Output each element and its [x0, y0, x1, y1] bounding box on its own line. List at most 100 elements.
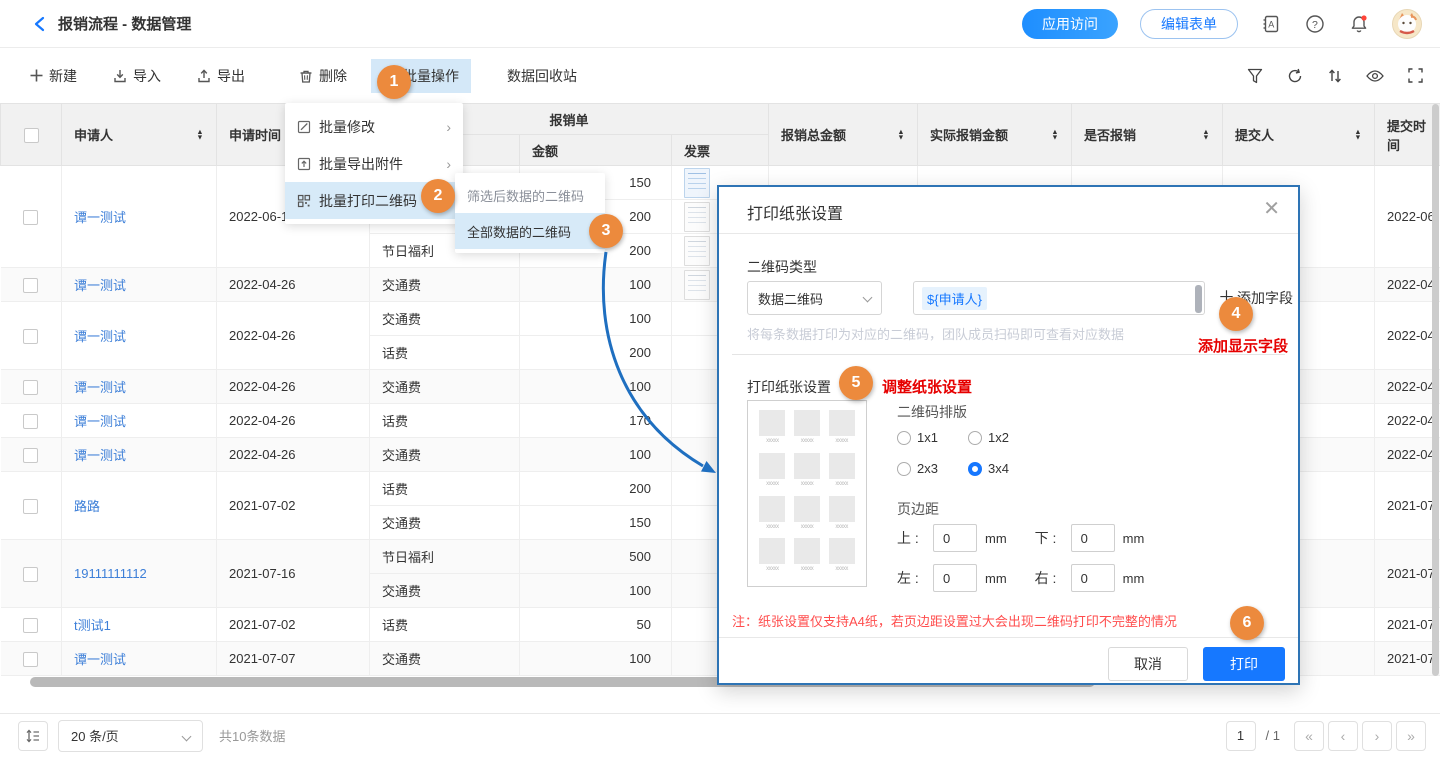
refresh-icon[interactable]: [1286, 67, 1304, 85]
applicant-link[interactable]: 谭一测试: [74, 278, 126, 293]
layout-radio-1x2[interactable]: 1x2: [968, 430, 1009, 445]
row-checkbox[interactable]: [23, 618, 38, 633]
cancel-button[interactable]: 取消: [1108, 647, 1188, 681]
menu-item-batch-edit[interactable]: 批量修改 ›: [285, 108, 463, 145]
layout-radio-2x3[interactable]: 2x3: [897, 461, 938, 476]
input-scrollbar[interactable]: [1195, 285, 1202, 313]
manual-icon[interactable]: A: [1260, 13, 1282, 35]
category-cell: 交通费: [370, 506, 520, 540]
applicant-link[interactable]: 路路: [74, 499, 100, 514]
qr-content-input[interactable]: ${申请人}: [913, 281, 1205, 315]
sort-arrows-icon[interactable]: ▲▼: [1052, 129, 1059, 140]
import-button-label: 导入: [133, 66, 161, 86]
import-button[interactable]: 导入: [107, 59, 167, 93]
applicant-link[interactable]: 谭一测试: [74, 380, 126, 395]
row-checkbox[interactable]: [23, 210, 38, 225]
fullscreen-icon[interactable]: [1406, 67, 1424, 85]
invoice-thumbnail[interactable]: [684, 236, 710, 266]
edit-form-button[interactable]: 编辑表单: [1140, 9, 1238, 39]
notification-bell-icon[interactable]: [1348, 13, 1370, 35]
print-button[interactable]: 打印: [1203, 647, 1285, 681]
row-checkbox[interactable]: [23, 567, 38, 582]
visibility-eye-icon[interactable]: [1366, 67, 1384, 85]
page-number-input[interactable]: 1: [1226, 721, 1256, 751]
applicant-link[interactable]: 谭一测试: [74, 448, 126, 463]
applicant-cell: 谭一测试: [62, 302, 217, 370]
row-select-cell: [1, 166, 62, 268]
select-all-checkbox[interactable]: [24, 128, 39, 143]
next-page-button[interactable]: ›: [1362, 721, 1392, 751]
apply-date-cell: 2022-04-26: [217, 268, 370, 302]
qr-preview-cell: xxxxx: [827, 538, 856, 577]
menu-item-batch-export-attachments[interactable]: 批量导出附件 ›: [285, 145, 463, 182]
close-icon[interactable]: ✕: [1263, 198, 1280, 220]
header-submit-date: 提交时间: [1375, 104, 1440, 166]
category-cell: 交通费: [370, 642, 520, 676]
user-avatar[interactable]: [1392, 9, 1422, 39]
submenu-item-filtered-data-qrcode[interactable]: 筛选后数据的二维码: [455, 177, 605, 213]
select-all-cell: [1, 104, 62, 166]
app-access-button[interactable]: 应用访问: [1022, 9, 1118, 39]
help-icon[interactable]: ?: [1304, 13, 1326, 35]
submenu-item-all-data-qrcode[interactable]: 全部数据的二维码: [455, 213, 605, 249]
margin-field-label: 右 :: [1035, 568, 1071, 588]
header-invoice: 发票: [672, 135, 769, 166]
sort-arrows-icon[interactable]: ▲▼: [1355, 129, 1362, 140]
applicant-link[interactable]: 谭一测试: [74, 210, 126, 225]
delete-button[interactable]: 删除: [293, 59, 353, 93]
page-size-select[interactable]: 20 条/页: [58, 720, 203, 752]
sort-arrows-icon[interactable]: ▲▼: [1203, 129, 1210, 140]
new-button[interactable]: 新建: [24, 59, 83, 93]
amount-cell: 100: [520, 642, 672, 676]
row-checkbox[interactable]: [23, 278, 38, 293]
sort-icon[interactable]: [1326, 67, 1344, 85]
first-page-button[interactable]: «: [1294, 721, 1324, 751]
row-checkbox[interactable]: [23, 448, 38, 463]
submit-date-cell: 2021-07-: [1375, 472, 1440, 540]
qr-type-select[interactable]: 数据二维码: [747, 281, 882, 315]
row-checkbox[interactable]: [23, 414, 38, 429]
filter-icon[interactable]: [1246, 67, 1264, 85]
qr-preview-cell: xxxxx: [793, 496, 822, 535]
applicant-cell: t测试1: [62, 608, 217, 642]
last-page-button[interactable]: »: [1396, 721, 1426, 751]
sort-arrows-icon[interactable]: ▲▼: [196, 129, 203, 140]
applicant-cell: 谭一测试: [62, 438, 217, 472]
margin-value-input[interactable]: 0: [933, 564, 977, 592]
qr-placeholder: [759, 453, 785, 479]
back-icon[interactable]: [30, 14, 50, 34]
vertical-scrollbar[interactable]: [1432, 104, 1439, 676]
applicant-link[interactable]: 谭一测试: [74, 329, 126, 344]
invoice-thumbnail[interactable]: [684, 168, 710, 198]
invoice-thumbnail[interactable]: [684, 270, 710, 300]
modal-header: 打印纸张设置 ✕: [719, 187, 1298, 234]
row-checkbox[interactable]: [23, 380, 38, 395]
applicant-link[interactable]: t测试1: [74, 618, 111, 633]
annotation-adjust-paper: 调整纸张设置: [882, 376, 972, 397]
row-height-icon[interactable]: [18, 721, 48, 751]
invoice-thumbnail[interactable]: [684, 202, 710, 232]
layout-radio-3x4[interactable]: 3x4: [968, 461, 1009, 476]
margin-value-input[interactable]: 0: [1071, 564, 1115, 592]
applicant-link[interactable]: 谭一测试: [74, 414, 126, 429]
qr-preview-cell: xxxxx: [827, 410, 856, 449]
header-amount: 金额: [520, 135, 672, 166]
apply-date-cell: 2021-07-07: [217, 642, 370, 676]
row-checkbox[interactable]: [23, 499, 38, 514]
submit-date-cell: 2022-04-: [1375, 370, 1440, 404]
row-checkbox[interactable]: [23, 652, 38, 667]
prev-page-button[interactable]: ‹: [1328, 721, 1358, 751]
sort-arrows-icon[interactable]: ▲▼: [898, 129, 905, 140]
applicant-link[interactable]: 19111111112: [74, 566, 147, 581]
qr-preview-cell: xxxxx: [793, 538, 822, 577]
layout-radio-row-2: 2x3 3x4: [897, 461, 1009, 476]
margin-value-input[interactable]: 0: [933, 524, 977, 552]
export-button[interactable]: 导出: [191, 59, 251, 93]
apply-date-cell: 2022-04-26: [217, 438, 370, 472]
row-checkbox[interactable]: [23, 329, 38, 344]
recycle-bin-button[interactable]: 数据回收站: [501, 59, 583, 93]
margin-value-input[interactable]: 0: [1071, 524, 1115, 552]
applicant-link[interactable]: 谭一测试: [74, 652, 126, 667]
qr-preview-cell: xxxxx: [793, 453, 822, 492]
layout-radio-1x1[interactable]: 1x1: [897, 430, 938, 445]
